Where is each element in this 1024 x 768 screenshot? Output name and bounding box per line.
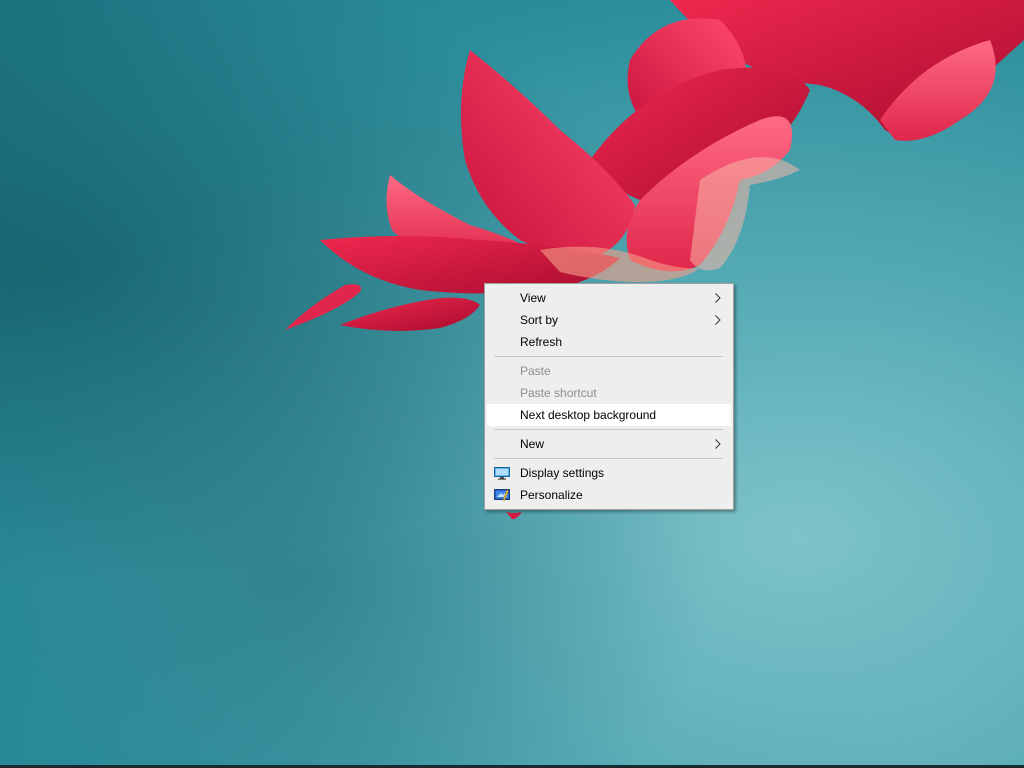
menu-item-label: Next desktop background (520, 408, 657, 422)
menu-item-sort-by[interactable]: Sort by (487, 309, 731, 331)
menu-item-label: View (520, 291, 546, 305)
chevron-right-icon (715, 439, 721, 449)
desktop[interactable]: View Sort by Refresh Paste Paste shortcu… (0, 0, 1024, 768)
menu-item-display-settings[interactable]: Display settings (487, 462, 731, 484)
menu-item-label: Paste (520, 364, 551, 378)
menu-item-personalize[interactable]: Personalize (487, 484, 731, 506)
menu-item-label: Sort by (520, 313, 559, 327)
chevron-right-icon (715, 315, 721, 325)
menu-item-next-desktop-background[interactable]: Next desktop background (487, 404, 731, 426)
menu-item-label: New (520, 437, 545, 451)
menu-item-refresh[interactable]: Refresh (487, 331, 731, 353)
menu-item-view[interactable]: View (487, 287, 731, 309)
menu-item-label: Personalize (520, 488, 583, 502)
menu-item-new[interactable]: New (487, 433, 731, 455)
chevron-right-icon (715, 293, 721, 303)
menu-item-label: Refresh (520, 335, 563, 349)
menu-item-paste[interactable]: Paste (487, 360, 731, 382)
menu-separator (494, 356, 723, 357)
personalize-icon (494, 489, 510, 501)
display-settings-icon (494, 467, 510, 480)
menu-item-paste-shortcut[interactable]: Paste shortcut (487, 382, 731, 404)
menu-separator (494, 429, 723, 430)
menu-separator (494, 458, 723, 459)
desktop-context-menu: View Sort by Refresh Paste Paste shortcu… (484, 283, 734, 510)
menu-item-label: Paste shortcut (520, 386, 597, 400)
menu-item-label: Display settings (520, 466, 605, 480)
